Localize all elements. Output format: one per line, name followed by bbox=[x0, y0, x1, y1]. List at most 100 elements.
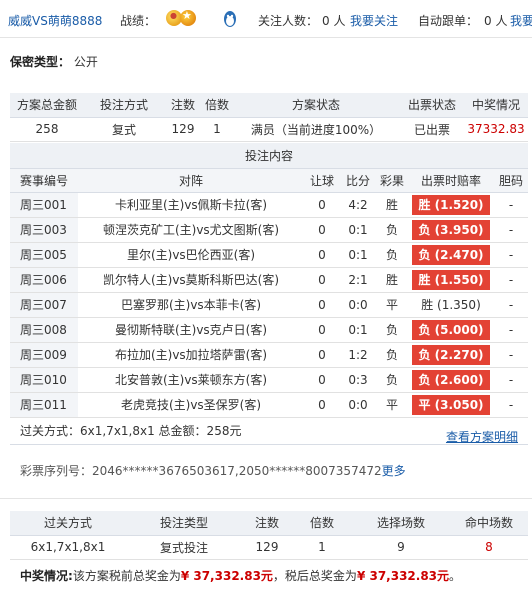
secret-type: 保密类型： 公开 bbox=[10, 53, 98, 70]
prize-text-3: 。 bbox=[449, 569, 462, 583]
penguin-icon[interactable] bbox=[223, 10, 237, 28]
match-odds-cell: 负 (5.000) bbox=[408, 317, 494, 343]
prize-text-2: ，税后总奖金为 bbox=[272, 569, 357, 583]
bet-header-cell: 胆码 bbox=[494, 168, 528, 193]
match-result: 负 bbox=[376, 217, 408, 243]
bet-header-cell: 彩果 bbox=[376, 168, 408, 193]
match-teams: 凯尔特人(主)vs莫斯科斯巴达(客) bbox=[78, 267, 304, 293]
summary-header-cell: 命中场数 bbox=[450, 511, 528, 536]
prize-label: 中奖情况: bbox=[20, 569, 73, 583]
match-odds-cell: 胜 (1.350) bbox=[408, 292, 494, 318]
match-banker: - bbox=[494, 392, 528, 418]
username-link[interactable]: 威威VS萌萌8888 bbox=[8, 12, 102, 29]
auto-follow-count: 0 人 bbox=[484, 14, 508, 28]
match-teams: 布拉加(主)vs加拉塔萨雷(客) bbox=[78, 342, 304, 368]
match-handicap: 0 bbox=[304, 192, 340, 218]
match-handicap: 0 bbox=[304, 317, 340, 343]
match-teams: 老虎竞技(主)vs圣保罗(客) bbox=[78, 392, 304, 418]
summary-header-cell: 选择场数 bbox=[352, 511, 450, 536]
view-detail-link[interactable]: 查看方案明细 bbox=[446, 428, 518, 445]
match-teams: 巴塞罗那(主)vs本菲卡(客) bbox=[78, 292, 304, 318]
match-handicap: 0 bbox=[304, 292, 340, 318]
match-odds: 平 (3.050) bbox=[412, 394, 490, 415]
match-result: 胜 bbox=[376, 192, 408, 218]
plan-header-row: 方案总金额 投注方式 注数 倍数 方案状态 出票状态 中奖情况 bbox=[10, 93, 528, 118]
match-code: 周三008 bbox=[10, 317, 78, 343]
pre-tax-amount: ¥ 37,332.83元 bbox=[180, 569, 273, 583]
follow-link[interactable]: 我要关注 bbox=[350, 12, 398, 29]
match-code: 周三005 bbox=[10, 242, 78, 268]
match-teams: 曼彻斯特联(主)vs克卢日(客) bbox=[78, 317, 304, 343]
follow-count: 0 人 bbox=[322, 14, 346, 28]
bet-content-title: 投注内容 bbox=[10, 143, 528, 169]
match-banker: - bbox=[494, 217, 528, 243]
prize-amount: 37332.83 bbox=[464, 117, 528, 142]
summary-header-cell: 注数 bbox=[242, 511, 292, 536]
match-teams: 顿涅茨克矿工(主)vs尤文图斯(客) bbox=[78, 217, 304, 243]
bet-header-row: 赛事编号 对阵 让球 比分 彩果 出票时赔率 胆码 bbox=[10, 168, 528, 193]
match-odds-cell: 胜 (1.550) bbox=[408, 267, 494, 293]
match-code: 周三010 bbox=[10, 367, 78, 393]
summary-hit: 8 bbox=[450, 535, 528, 560]
auto-follow-link[interactable]: 我要 bbox=[510, 12, 532, 29]
plan-multiple: 1 bbox=[202, 117, 232, 142]
bet-header-cell: 让球 bbox=[304, 168, 340, 193]
match-row: 周三006 凯尔特人(主)vs莫斯科斯巴达(客) 0 2:1 胜胜 (1.550) - bbox=[10, 267, 528, 293]
match-result: 负 bbox=[376, 317, 408, 343]
match-banker: - bbox=[494, 317, 528, 343]
bet-header-cell: 赛事编号 bbox=[10, 168, 78, 193]
summary-multiple: 1 bbox=[292, 535, 352, 560]
match-banker: - bbox=[494, 192, 528, 218]
match-score: 4:2 bbox=[340, 192, 376, 218]
prize-summary: 中奖情况:该方案税前总奖金为¥ 37,332.83元，税后总奖金为¥ 37,33… bbox=[20, 567, 461, 584]
match-result: 胜 bbox=[376, 267, 408, 293]
match-handicap: 0 bbox=[304, 342, 340, 368]
match-result: 平 bbox=[376, 392, 408, 418]
summary-header-cell: 过关方式 bbox=[10, 511, 126, 536]
serial-label: 彩票序列号： bbox=[20, 464, 93, 478]
match-odds-cell: 负 (2.470) bbox=[408, 242, 494, 268]
match-score: 0:3 bbox=[340, 367, 376, 393]
match-odds: 负 (2.600) bbox=[412, 369, 490, 390]
match-row: 周三001 卡利亚里(主)vs佩斯卡拉(客) 0 4:2 胜胜 (1.520) - bbox=[10, 192, 528, 218]
match-score: 0:1 bbox=[340, 242, 376, 268]
summary-selected: 9 bbox=[352, 535, 450, 560]
match-row: 周三010 北安普敦(主)vs莱顿东方(客) 0 0:3 负负 (2.600) - bbox=[10, 367, 528, 393]
summary-row: 6x1,7x1,8x1 复式投注 129 1 9 8 bbox=[10, 535, 528, 560]
match-score: 0:1 bbox=[340, 317, 376, 343]
serial-value: 2046******3676503617,2050******800735747… bbox=[92, 464, 382, 478]
match-odds: 胜 (1.520) bbox=[412, 194, 490, 215]
bet-header-cell: 对阵 bbox=[78, 168, 304, 193]
summary-count: 129 bbox=[242, 535, 292, 560]
plan-bet-mode: 复式 bbox=[84, 117, 164, 142]
match-score: 2:1 bbox=[340, 267, 376, 293]
ticket-status: 已出票 bbox=[400, 117, 464, 142]
match-row: 周三011 老虎竞技(主)vs圣保罗(客) 0 0:0 平平 (3.050) - bbox=[10, 392, 528, 418]
match-result: 平 bbox=[376, 292, 408, 318]
plan-header-cell: 注数 bbox=[164, 93, 202, 118]
follow-label: 关注人数： bbox=[258, 14, 319, 28]
top-bar: 威威VS萌萌8888 战绩： 关注人数： 0 人 我要关注 自动跟单： 0 人 … bbox=[0, 0, 532, 38]
match-score: 0:0 bbox=[340, 292, 376, 318]
match-banker: - bbox=[494, 292, 528, 318]
match-odds: 负 (2.470) bbox=[412, 244, 490, 265]
match-code: 周三007 bbox=[10, 292, 78, 318]
plan-status: 满员（当前进度100%） bbox=[232, 117, 400, 142]
match-score: 1:2 bbox=[340, 342, 376, 368]
plan-header-cell: 出票状态 bbox=[400, 93, 464, 118]
match-teams: 卡利亚里(主)vs佩斯卡拉(客) bbox=[78, 192, 304, 218]
auto-follow-label: 自动跟单： bbox=[418, 14, 479, 28]
serial-more-link[interactable]: 更多 bbox=[382, 464, 406, 478]
match-odds: 胜 (1.350) bbox=[421, 297, 481, 312]
match-odds-cell: 负 (2.270) bbox=[408, 342, 494, 368]
record-label: 战绩： bbox=[120, 14, 157, 28]
plan-table: 方案总金额 投注方式 注数 倍数 方案状态 出票状态 中奖情况 258 复式 1… bbox=[10, 93, 528, 142]
summary-bet-type: 复式投注 bbox=[126, 535, 242, 560]
match-banker: - bbox=[494, 342, 528, 368]
divider bbox=[0, 498, 532, 499]
summary-header-row: 过关方式 投注类型 注数 倍数 选择场数 命中场数 bbox=[10, 511, 528, 536]
summary-table: 过关方式 投注类型 注数 倍数 选择场数 命中场数 6x1,7x1,8x1 复式… bbox=[10, 511, 528, 560]
match-odds-cell: 平 (3.050) bbox=[408, 392, 494, 418]
match-odds: 负 (2.270) bbox=[412, 344, 490, 365]
match-row: 周三003 顿涅茨克矿工(主)vs尤文图斯(客) 0 0:1 负负 (3.950) - bbox=[10, 217, 528, 243]
